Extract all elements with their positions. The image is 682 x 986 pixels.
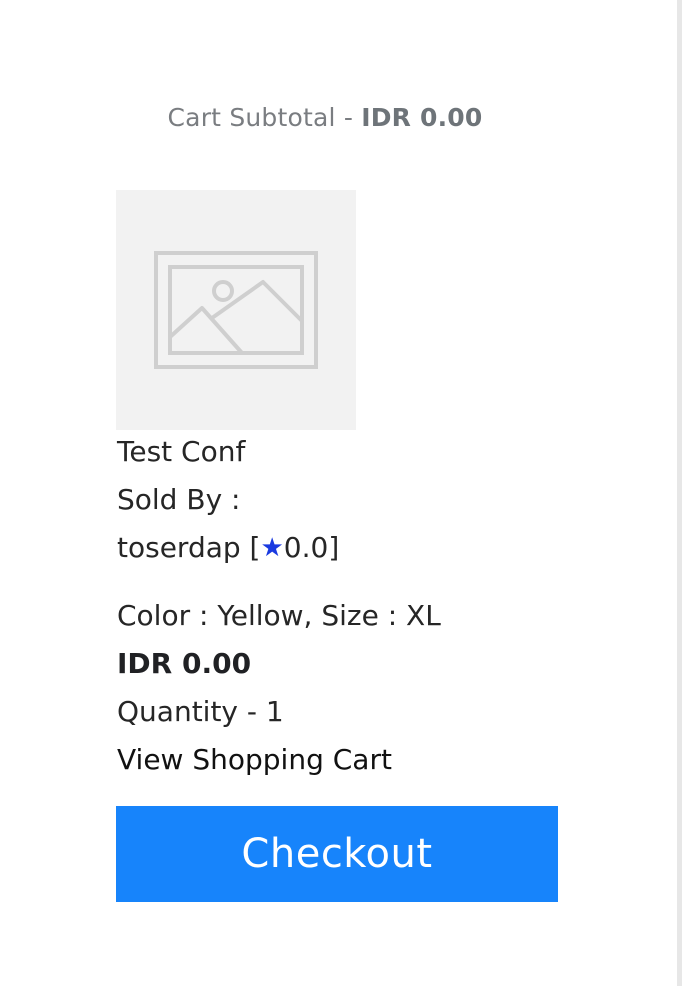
- image-placeholder-icon: [154, 251, 318, 369]
- seller-info: toserdap [★0.0]: [117, 534, 339, 562]
- cart-subtotal-amount: IDR 0.00: [361, 103, 483, 132]
- view-shopping-cart-link[interactable]: View Shopping Cart: [117, 746, 392, 774]
- sold-by-label: Sold By :: [117, 483, 241, 516]
- product-thumbnail[interactable]: [116, 190, 356, 430]
- product-variant: Color : Yellow, Size : XL: [117, 599, 441, 632]
- checkout-button[interactable]: Checkout: [116, 806, 558, 902]
- page-edge-divider: [677, 0, 682, 986]
- seller-name[interactable]: toserdap: [117, 531, 241, 564]
- seller-rating: 0.0: [283, 531, 329, 564]
- star-icon: ★: [260, 533, 284, 563]
- product-name[interactable]: Test Conf: [117, 438, 245, 466]
- cart-subtotal: Cart Subtotal - IDR 0.00: [0, 103, 650, 132]
- rating-bracket-close: ]: [328, 531, 340, 564]
- product-price: IDR 0.00: [117, 647, 252, 680]
- rating-bracket-open: [: [240, 531, 261, 564]
- cart-subtotal-label: Cart Subtotal -: [167, 103, 362, 132]
- product-quantity: Quantity - 1: [117, 695, 284, 728]
